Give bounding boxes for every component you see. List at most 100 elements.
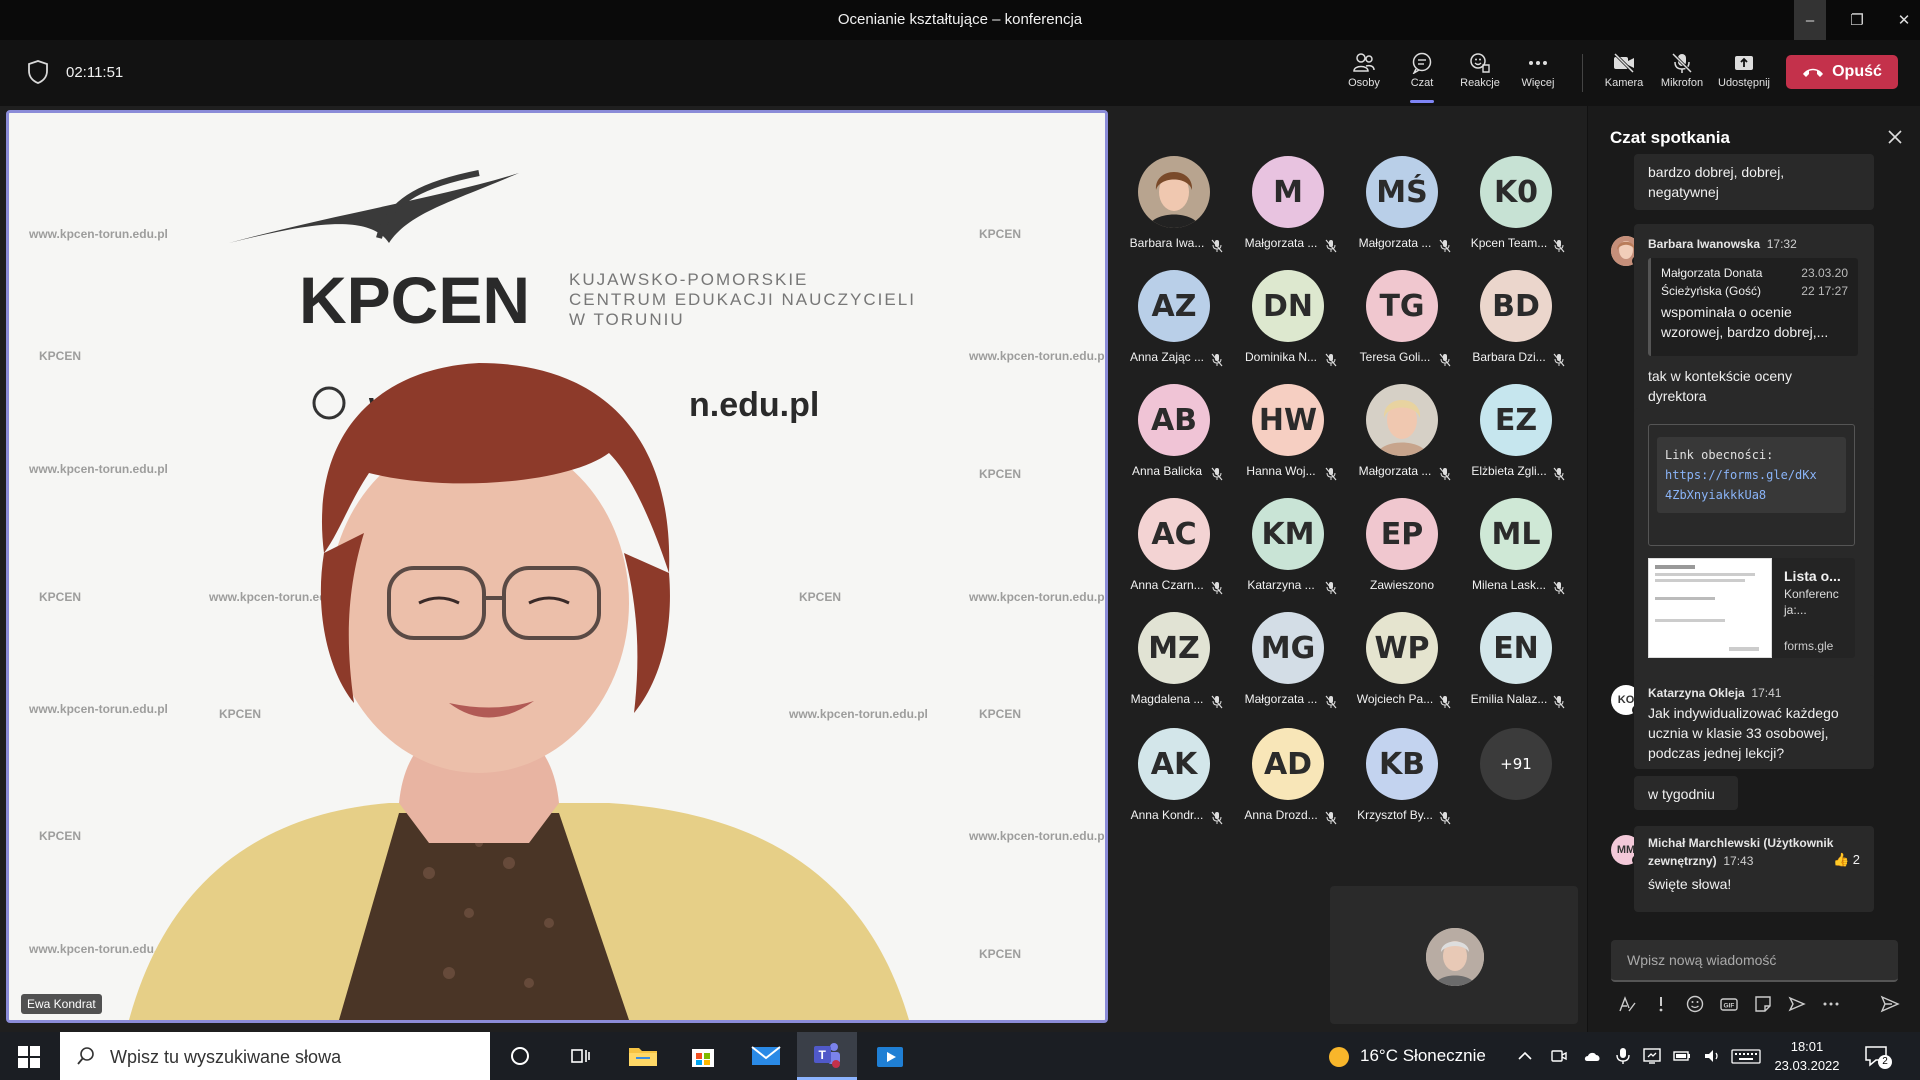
- participant-tile[interactable]: K0 Kpcen Team...: [1459, 156, 1573, 270]
- mic-off-icon: [1325, 239, 1337, 253]
- reactions-button[interactable]: Reakcje: [1450, 50, 1510, 100]
- mic-off-icon: [1553, 353, 1565, 367]
- send-icon[interactable]: [1880, 994, 1900, 1014]
- svg-text:www.kpcen-torun.edu.pl: www.kpcen-torun.edu.pl: [28, 462, 168, 476]
- battery-icon[interactable]: [1672, 1046, 1692, 1066]
- notification-count: 2: [1878, 1055, 1892, 1069]
- windows-start-icon[interactable]: [18, 1046, 40, 1068]
- taskbar-search-input[interactable]: Wpisz tu wyszukiwane słowa: [60, 1032, 490, 1080]
- participant-tile[interactable]: KM Katarzyna ...: [1231, 498, 1345, 612]
- participant-tile[interactable]: DN Dominika N...: [1231, 270, 1345, 384]
- gif-icon[interactable]: GIF: [1719, 994, 1739, 1014]
- microphone-tray-icon[interactable]: [1613, 1046, 1633, 1066]
- teams-taskbar-button[interactable]: T: [797, 1032, 857, 1080]
- minimize-button[interactable]: –: [1794, 0, 1826, 40]
- shield-icon: [28, 60, 48, 84]
- participant-tile[interactable]: MG Małgorzata ...: [1231, 612, 1345, 726]
- weather-widget[interactable]: 16°C Słonecznie: [1360, 1046, 1486, 1066]
- more-icon: [1529, 61, 1547, 65]
- microphone-button[interactable]: Mikrofon: [1652, 50, 1712, 100]
- avatar-initials: AB: [1150, 402, 1198, 438]
- mic-off-icon: [1211, 811, 1223, 825]
- leave-button[interactable]: Opuść: [1786, 55, 1898, 89]
- people-button[interactable]: Osoby: [1334, 50, 1394, 100]
- meet-now-icon[interactable]: [1549, 1046, 1569, 1066]
- participant-tile[interactable]: AK Anna Kondr...: [1117, 728, 1231, 842]
- share-button[interactable]: Udostępnij: [1714, 50, 1774, 100]
- priority-icon[interactable]: [1651, 994, 1671, 1014]
- mic-off-icon: [1439, 353, 1451, 367]
- chevron-up-icon[interactable]: [1515, 1046, 1535, 1066]
- more-label: Więcej: [1521, 77, 1555, 89]
- emoji-icon[interactable]: [1685, 994, 1705, 1014]
- svg-text:www.kpcen-torun.edu.pl: www.kpcen-torun.edu.pl: [968, 349, 1105, 363]
- sticker-icon[interactable]: [1753, 994, 1773, 1014]
- participant-tile[interactable]: Barbara Iwa...: [1117, 156, 1231, 270]
- participant-tile[interactable]: Małgorzata ...: [1345, 384, 1459, 498]
- participant-tile[interactable]: MŚ Małgorzata ...: [1345, 156, 1459, 270]
- maximize-button[interactable]: ❐: [1826, 0, 1888, 40]
- svg-text:www.kpcen-torun.edu.pl: www.kpcen-torun.edu.pl: [28, 702, 168, 716]
- more-options-icon[interactable]: [1821, 994, 1841, 1014]
- search-placeholder: Wpisz tu wyszukiwane słowa: [110, 1047, 342, 1067]
- participant-tile[interactable]: M Małgorzata ...: [1231, 156, 1345, 270]
- attendance-link[interactable]: https://forms.gle/dKx: [1665, 465, 1838, 485]
- avatar-initials: AK: [1150, 746, 1198, 782]
- avatar-initials: BD: [1492, 288, 1540, 324]
- task-view-button[interactable]: [550, 1032, 610, 1080]
- store-icon: [692, 1049, 714, 1067]
- participant-tile[interactable]: MZ Magdalena ...: [1117, 612, 1231, 726]
- taskbar-clock[interactable]: 18:01 23.03.2022: [1762, 1037, 1852, 1075]
- title-bar: Ocenianie kształtujące – konferencja – ❐…: [0, 0, 1920, 40]
- link-preview-card[interactable]: Lista o... Konferenc ja:... forms.gle: [1648, 558, 1855, 658]
- close-window-button[interactable]: ✕: [1888, 0, 1920, 40]
- participant-tile[interactable]: WP Wojciech Pa...: [1345, 612, 1459, 726]
- participant-tile[interactable]: KB Krzysztof By...: [1345, 728, 1459, 842]
- cortana-button[interactable]: [490, 1032, 550, 1080]
- participant-tile[interactable]: HW Hanna Woj...: [1231, 384, 1345, 498]
- format-icon[interactable]: [1617, 994, 1637, 1014]
- quoted-message[interactable]: Małgorzata Donata 23.03.20 Ścieżyńska (Go…: [1648, 258, 1858, 356]
- avatar-initials: EP: [1380, 516, 1424, 552]
- chat-button[interactable]: Czat: [1392, 50, 1452, 103]
- participant-tile[interactable]: EP Zawieszono: [1345, 498, 1459, 612]
- overflow-participants-tile[interactable]: +91: [1459, 728, 1573, 842]
- attendance-link[interactable]: 4ZbXnyiakkkUa8: [1665, 485, 1838, 505]
- svg-text:W TORUNIU: W TORUNIU: [569, 310, 685, 329]
- self-preview-tile[interactable]: [1330, 886, 1578, 1024]
- participant-tile[interactable]: ML Milena Lask...: [1459, 498, 1573, 612]
- app-taskbar-button[interactable]: [860, 1032, 920, 1080]
- compose-message-input[interactable]: Wpisz nową wiadomość: [1611, 940, 1898, 982]
- camera-label: Kamera: [1604, 77, 1644, 89]
- participant-tile[interactable]: AB Anna Balicka: [1117, 384, 1231, 498]
- participant-tile[interactable]: AD Anna Drozd...: [1231, 728, 1345, 842]
- speaker-video[interactable]: www.kpcen-torun.edu.pl www.kpcen-torun.e…: [6, 110, 1108, 1023]
- mic-off-icon: [1325, 581, 1337, 595]
- meeting-timer: 02:11:51: [66, 64, 124, 81]
- participant-name: Zawieszono: [1369, 578, 1435, 592]
- mail-button[interactable]: [736, 1032, 796, 1080]
- microsoft-store-button[interactable]: [673, 1032, 733, 1080]
- avatar: MŚ: [1366, 156, 1438, 228]
- avatar: MZ: [1138, 612, 1210, 684]
- more-button[interactable]: Więcej: [1508, 50, 1568, 100]
- participant-tile[interactable]: EN Emilia Nalaz...: [1459, 612, 1573, 726]
- reaction-badge[interactable]: 👍 2: [1833, 850, 1860, 870]
- participant-tile[interactable]: EZ Elżbieta Zgli...: [1459, 384, 1573, 498]
- participant-tile[interactable]: TG Teresa Goli...: [1345, 270, 1459, 384]
- network-icon[interactable]: [1642, 1046, 1662, 1066]
- close-icon[interactable]: [1884, 126, 1906, 148]
- file-explorer-button[interactable]: [613, 1032, 673, 1080]
- participant-tile[interactable]: BD Barbara Dzi...: [1459, 270, 1573, 384]
- camera-button[interactable]: Kamera: [1594, 50, 1654, 100]
- avatar-initials: TG: [1379, 288, 1425, 324]
- onedrive-icon[interactable]: [1583, 1046, 1603, 1066]
- schedule-send-icon[interactable]: [1787, 994, 1807, 1014]
- keyboard-icon[interactable]: [1731, 1046, 1761, 1066]
- notifications-button[interactable]: 2: [1864, 1044, 1892, 1069]
- volume-icon[interactable]: [1702, 1046, 1722, 1066]
- participant-tile[interactable]: AZ Anna Zając ...: [1117, 270, 1231, 384]
- participant-tile[interactable]: AC Anna Czarn...: [1117, 498, 1231, 612]
- sender-name: Katarzyna Okleja: [1648, 686, 1745, 700]
- avatar: [1366, 384, 1438, 456]
